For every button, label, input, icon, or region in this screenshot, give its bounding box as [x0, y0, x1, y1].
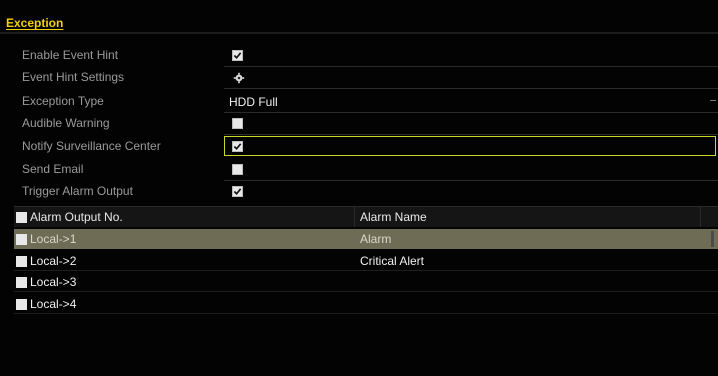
table-row[interactable]: Local->2 Critical Alert: [14, 251, 718, 271]
alarm-output-no-cell: Local->3: [30, 275, 77, 289]
dropdown-indicator-icon: [710, 100, 716, 101]
exception-type-select[interactable]: HDD Full: [226, 93, 718, 111]
column-divider: [700, 207, 701, 227]
row-divider: [224, 88, 718, 89]
row-exception-type: Exception Type HDD Full: [0, 91, 718, 113]
row-trigger-alarm-output: Trigger Alarm Output: [0, 181, 718, 203]
alarm-output-table: Alarm Output No. Alarm Name Local->1 Ala…: [14, 206, 718, 376]
row-enable-event-hint: Enable Event Hint: [0, 45, 718, 67]
exception-window: Exception Enable Event Hint Event Hint S…: [0, 0, 718, 376]
row-divider: [14, 313, 718, 314]
row-divider: [14, 291, 718, 292]
row-send-email: Send Email: [0, 159, 718, 181]
row-notify-surveillance-center: Notify Surveillance Center: [0, 136, 718, 158]
enable-event-hint-checkbox[interactable]: [232, 50, 243, 61]
row-checkbox[interactable]: [16, 256, 27, 267]
table-header: Alarm Output No. Alarm Name: [14, 206, 718, 227]
column-header-alarm-name: Alarm Name: [360, 210, 427, 224]
check-icon: [233, 52, 242, 59]
send-email-checkbox[interactable]: [232, 164, 243, 175]
scrollbar-thumb[interactable]: [711, 231, 714, 247]
table-row[interactable]: Local->4: [14, 294, 718, 314]
notify-surveillance-center-checkbox[interactable]: [232, 141, 243, 152]
tab-exception[interactable]: Exception: [6, 16, 63, 30]
tab-divider: [0, 32, 718, 34]
row-checkbox[interactable]: [16, 277, 27, 288]
check-icon: [233, 143, 242, 150]
audible-warning-checkbox[interactable]: [232, 118, 243, 129]
alarm-name-cell: Alarm: [360, 232, 392, 246]
alarm-output-no-cell: Local->2: [30, 254, 77, 268]
column-header-alarm-output-no: Alarm Output No.: [30, 210, 123, 224]
check-icon: [233, 188, 242, 195]
select-all-checkbox[interactable]: [16, 212, 27, 223]
trigger-alarm-output-checkbox[interactable]: [232, 186, 243, 197]
row-checkbox[interactable]: [16, 299, 27, 310]
enable-event-hint-label: Enable Event Hint: [22, 48, 119, 62]
gear-icon[interactable]: [233, 71, 245, 84]
audible-warning-label: Audible Warning: [22, 116, 110, 130]
exception-type-label: Exception Type: [22, 94, 104, 108]
alarm-output-no-cell: Local->1: [30, 232, 77, 246]
row-divider: [224, 134, 718, 135]
alarm-output-no-cell: Local->4: [30, 297, 77, 311]
exception-type-value: HDD Full: [229, 95, 278, 109]
table-row[interactable]: Local->1 Alarm: [14, 229, 718, 249]
column-divider: [354, 207, 355, 227]
trigger-alarm-output-label: Trigger Alarm Output: [22, 184, 133, 198]
row-divider: [14, 270, 718, 271]
row-checkbox[interactable]: [16, 234, 27, 245]
send-email-label: Send Email: [22, 162, 84, 176]
alarm-name-cell: Critical Alert: [360, 254, 425, 268]
event-hint-settings-label: Event Hint Settings: [22, 70, 125, 84]
table-row[interactable]: Local->3: [14, 272, 718, 292]
focus-highlight: [224, 136, 716, 156]
notify-surveillance-center-label: Notify Surveillance Center: [22, 139, 161, 153]
row-audible-warning: Audible Warning: [0, 113, 718, 135]
row-event-hint-settings: Event Hint Settings: [0, 67, 718, 89]
